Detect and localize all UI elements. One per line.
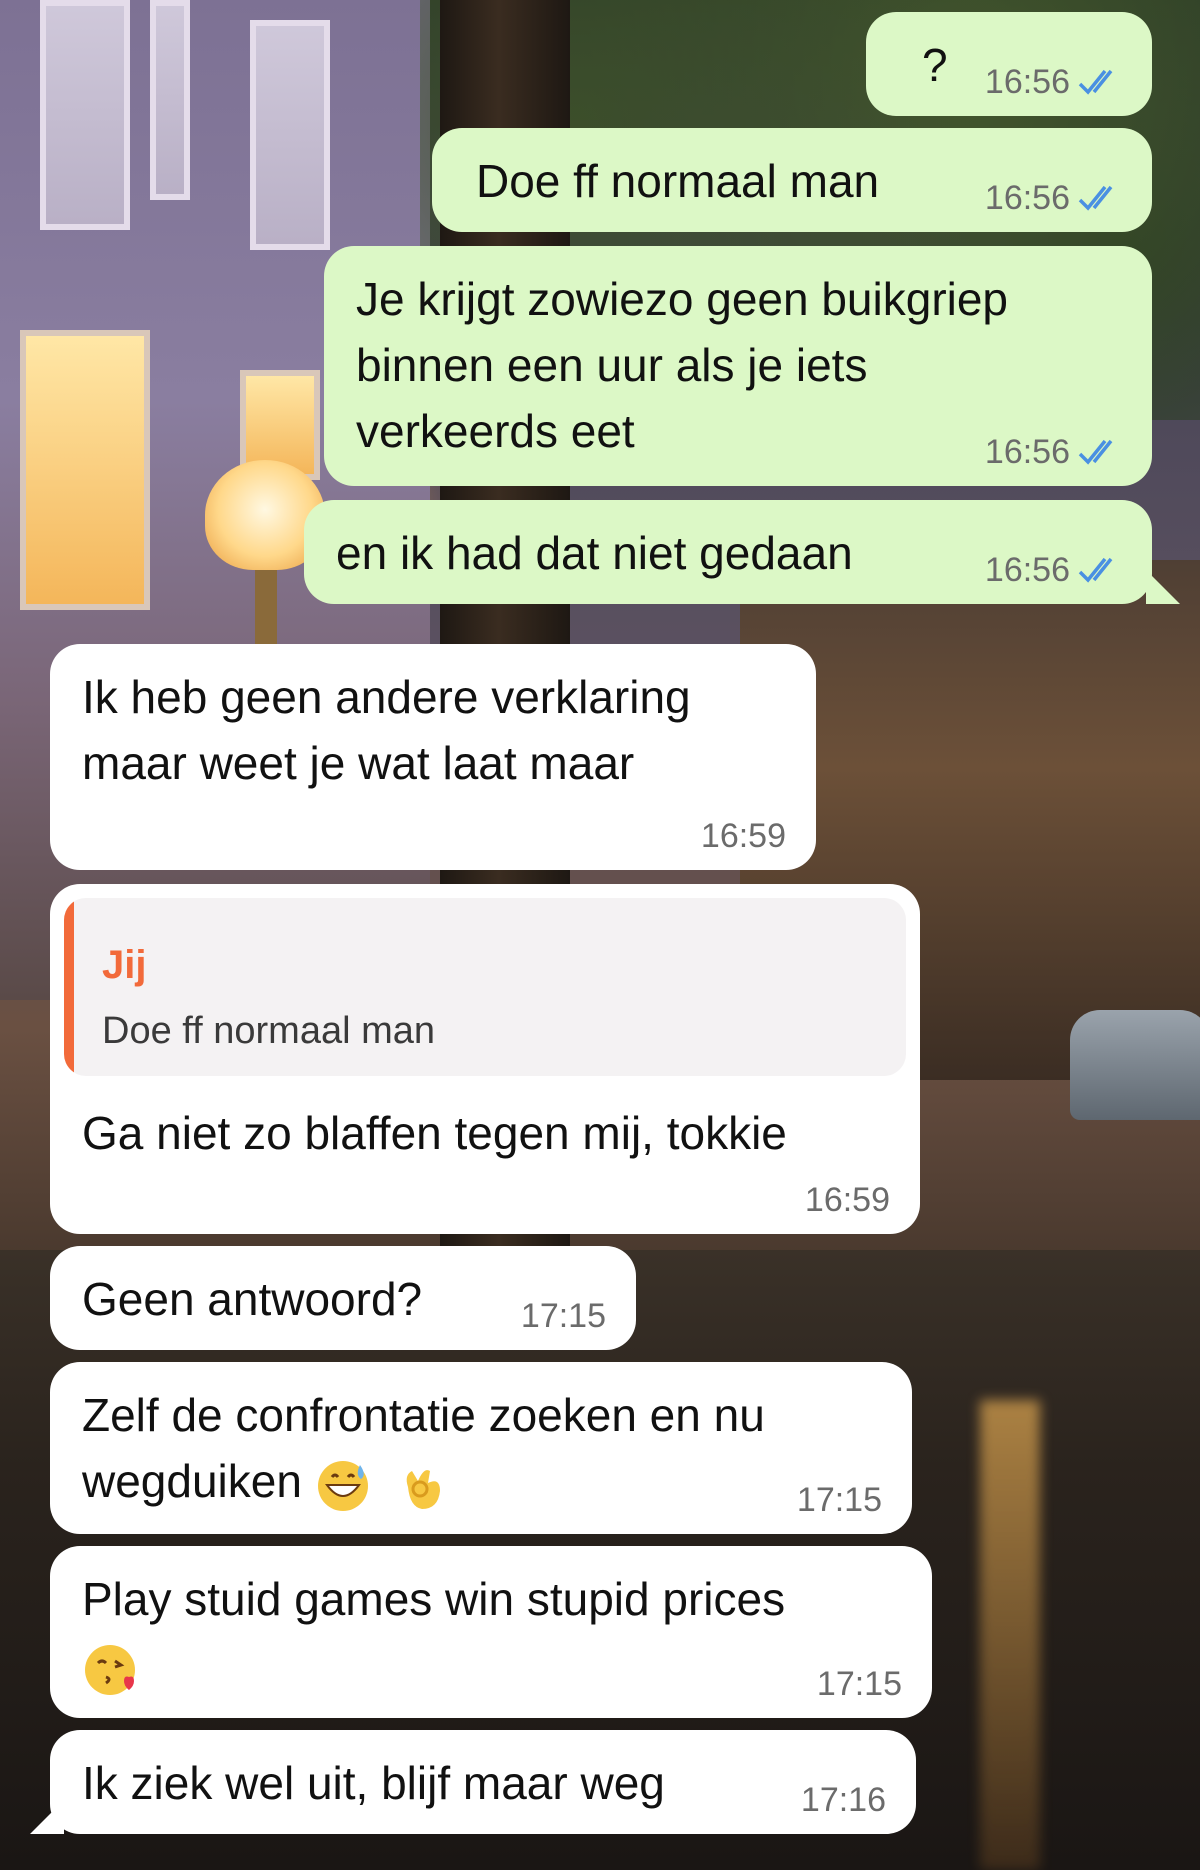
ok-hand-emoji (406, 1469, 440, 1509)
message-time: 17:15 (796, 1481, 882, 1519)
message-time: 16:59 (804, 1181, 890, 1219)
incoming-reply-message[interactable]: Jij Doe ff normaal man Ga niet zo blaffe… (50, 884, 920, 1234)
incoming-message[interactable]: Zelf de confrontatie zoeken en nu wegdui… (50, 1362, 912, 1534)
read-ticks-icon (1078, 67, 1122, 97)
outgoing-message[interactable]: en ik had dat niet gedaan 16:56 (304, 500, 1152, 604)
kissing-heart-emoji (85, 1644, 135, 1695)
message-time: 16:59 (700, 817, 786, 855)
message-time: 16:56 (984, 551, 1070, 589)
bubble-tail (1146, 570, 1180, 604)
message-meta: 16:56 (985, 432, 1122, 472)
quoted-message[interactable]: Jij Doe ff normaal man (64, 898, 906, 1076)
message-meta: 16:56 (985, 550, 1122, 590)
incoming-message[interactable]: Play stuid games win stupid prices 17:15 (50, 1546, 932, 1718)
message-meta: 17:15 (797, 1480, 882, 1520)
message-time: 16:56 (984, 179, 1070, 217)
quote-accent-bar (64, 898, 74, 1076)
message-text: Ik ziek wel uit, blijf maar weg (82, 1757, 665, 1809)
read-ticks-icon (1078, 183, 1122, 213)
message-meta: 17:15 (817, 1664, 902, 1704)
message-meta: 17:15 (521, 1296, 606, 1336)
grinning-sweat-emoji (317, 1460, 368, 1511)
message-time: 16:56 (984, 63, 1070, 101)
message-meta: 16:56 (985, 62, 1122, 102)
quoted-author: Jij (102, 943, 147, 987)
outgoing-message[interactable]: Je krijgt zowiezo geen buikgriep binnen … (324, 246, 1152, 486)
message-meta: 16:56 (985, 178, 1122, 218)
message-time: 17:15 (816, 1665, 902, 1703)
outgoing-message[interactable]: Doe ff normaal man 16:56 (432, 128, 1152, 232)
message-meta: 16:59 (805, 1180, 890, 1220)
read-ticks-icon (1078, 555, 1122, 585)
incoming-message[interactable]: Ik heb geen andere verklaring maar weet … (50, 644, 816, 870)
message-meta: 17:16 (801, 1780, 886, 1820)
message-text-block: Zelf de confrontatie zoeken en nu wegdui… (82, 1382, 880, 1514)
message-text: Ga niet zo blaffen tegen mij, tokkie (82, 1107, 787, 1159)
message-time: 16:56 (984, 433, 1070, 471)
quoted-text: Doe ff normaal man (102, 1010, 436, 1052)
read-ticks-icon (1078, 437, 1122, 467)
message-list[interactable]: ? 16:56 Doe ff normaal man 16:56 Je krij… (0, 0, 1200, 1870)
outgoing-message[interactable]: ? 16:56 (866, 12, 1152, 116)
message-meta: 16:59 (701, 816, 786, 856)
message-text: Play stuid games win stupid prices (82, 1573, 786, 1625)
message-time: 17:15 (520, 1297, 606, 1335)
message-text: Ik heb geen andere verklaring maar weet … (82, 671, 691, 789)
incoming-message[interactable]: Geen antwoord? 17:15 (50, 1246, 636, 1350)
message-time: 17:16 (800, 1781, 886, 1819)
incoming-message[interactable]: Ik ziek wel uit, blijf maar weg 17:16 (50, 1730, 916, 1834)
